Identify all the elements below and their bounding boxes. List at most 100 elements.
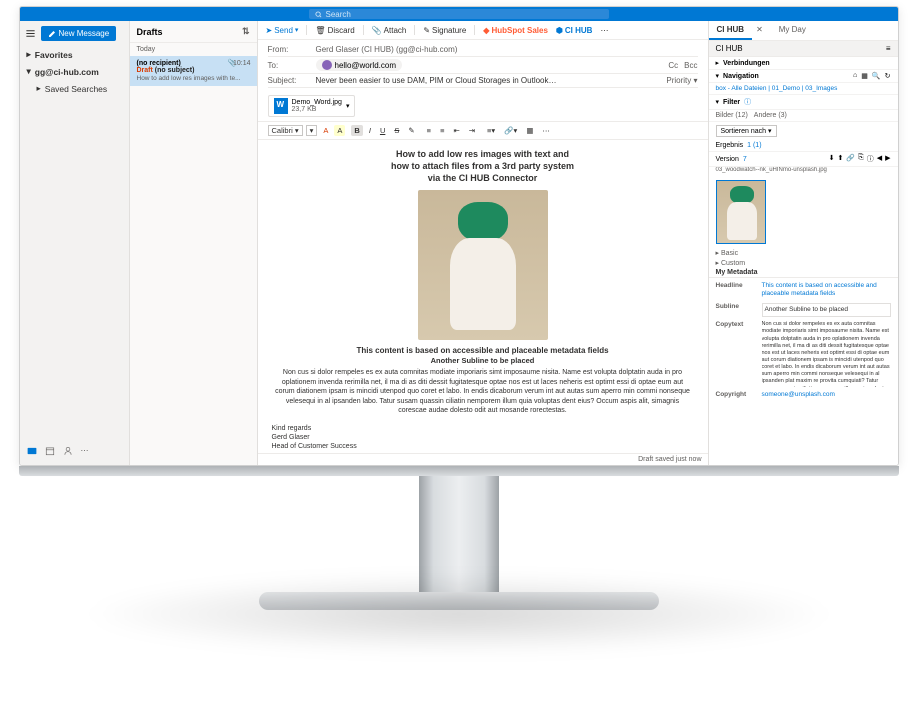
italic-button[interactable]: I: [366, 125, 374, 136]
filter-other[interactable]: Andere (3): [754, 112, 787, 119]
left-nav: New Message ▸Favorites ▾gg@ci-hub.com ▸S…: [20, 21, 130, 465]
attachment-chip[interactable]: Demo_Word.jpg23,7 KB ▾: [268, 95, 356, 117]
send-button[interactable]: ➤Send▾: [266, 26, 299, 35]
draft-tag: Draft: [137, 67, 153, 74]
signature-button[interactable]: ✎Signature: [423, 26, 466, 35]
meta-subline-value[interactable]: Another Subline to be placed: [762, 303, 891, 317]
meta-subline-label: Subline: [716, 303, 758, 317]
filter-icon[interactable]: ⇅: [242, 26, 250, 37]
chevron-down-icon[interactable]: ▾: [346, 102, 350, 110]
nav-account[interactable]: ▾gg@ci-hub.com: [25, 63, 124, 80]
meta-headline-value[interactable]: This content is based on accessible and …: [762, 282, 891, 299]
panel-navigation[interactable]: ▾Navigation ⌂ ▦ 🔍 ↻: [709, 70, 898, 83]
meta-basic[interactable]: ▸ Basic: [709, 248, 898, 258]
more-icon[interactable]: ⋯: [600, 26, 608, 35]
panel-tab-cihub[interactable]: CI HUB: [709, 21, 753, 40]
panel-breadcrumbs[interactable]: box - Alle Dateien | 01_Demo | 03_Images: [709, 83, 898, 95]
bcc-button[interactable]: Bcc: [684, 61, 697, 70]
message-body[interactable]: How to add low res images with text and …: [258, 140, 708, 453]
message-list: Drafts ⇅ Today (no recipient) 📎 Draft (n…: [130, 21, 258, 465]
body-headline-3: via the CI HUB Connector: [272, 172, 694, 184]
indent[interactable]: ⇥: [466, 125, 478, 136]
underline-button[interactable]: U: [377, 125, 388, 136]
filter-images[interactable]: Bilder (12): [716, 112, 748, 119]
mail-icon[interactable]: [27, 446, 37, 456]
font-select[interactable]: Calibri ▾: [268, 125, 303, 136]
clear-format[interactable]: ✎: [405, 125, 417, 136]
search-placeholder: Search: [326, 10, 351, 19]
priority-button[interactable]: Priority ▾: [666, 76, 697, 85]
strike-button[interactable]: S: [391, 125, 402, 136]
panel-menu-icon[interactable]: ≡: [886, 44, 891, 53]
download-icon[interactable]: ⬇: [829, 154, 835, 164]
global-search[interactable]: Search: [309, 9, 609, 19]
link-icon[interactable]: 🔗: [846, 154, 855, 164]
prev-icon[interactable]: ◀: [877, 154, 882, 164]
from-field[interactable]: From: Gerd Glaser (CI HUB) (gg@ci-hub.co…: [268, 43, 698, 57]
panel-connections[interactable]: ▸Verbindungen: [709, 57, 898, 70]
body-caption: This content is based on accessible and …: [272, 346, 694, 355]
next-icon[interactable]: ▶: [885, 154, 890, 164]
meta-copyright-label: Copyright: [716, 391, 758, 399]
align[interactable]: ≡▾: [484, 125, 498, 136]
asset-filename: 03_woodwatch--nk_uHINmo-unsplash.jpg: [709, 167, 898, 176]
attach-button[interactable]: 📎Attach: [372, 26, 407, 35]
draft-preview: How to add low res images with te...: [137, 75, 250, 82]
draft-item[interactable]: (no recipient) 📎 Draft (no subject) 10:1…: [130, 56, 257, 86]
size-select[interactable]: ▾: [306, 125, 318, 136]
grid-icon[interactable]: ▦: [861, 72, 868, 80]
cc-button[interactable]: Cc: [668, 61, 678, 70]
panel-tab-close[interactable]: ✕: [748, 21, 771, 40]
word-file-icon: [274, 98, 288, 114]
panel-filter[interactable]: ▾Filterⓘ: [709, 95, 898, 110]
panel-header: CI HUB ≡: [709, 41, 898, 57]
numbering[interactable]: ≡: [437, 125, 447, 136]
sig-regards: Kind regards: [272, 424, 694, 433]
font-color[interactable]: A: [320, 125, 331, 136]
upload-icon[interactable]: ⬆: [838, 154, 844, 164]
refresh-icon[interactable]: ↻: [885, 72, 891, 80]
meta-headline-label: Headline: [716, 282, 758, 299]
table[interactable]: ▦: [523, 125, 536, 136]
panel-tab-myday[interactable]: My Day: [771, 21, 814, 40]
nav-more-icon[interactable]: ⋯: [81, 446, 89, 456]
nav-saved-searches[interactable]: ▸Saved Searches: [25, 80, 124, 97]
sig-title: Head of Customer Success: [272, 442, 694, 451]
body-headline-2: how to attach files from a 3rd party sys…: [272, 160, 694, 172]
to-field[interactable]: To: hello@world.com CcBcc: [268, 57, 698, 74]
info-icon[interactable]: ⓘ: [867, 154, 874, 164]
compose-toolbar: ➤Send▾ 🗑Discard 📎Attach ✎Signature ◆HubS…: [258, 21, 708, 40]
place-icon[interactable]: ⎘: [858, 154, 864, 164]
search-icon[interactable]: 🔍: [872, 72, 881, 80]
hamburger-icon[interactable]: [25, 28, 36, 39]
discard-button[interactable]: 🗑Discard: [315, 26, 354, 35]
people-icon[interactable]: [63, 446, 73, 456]
asset-thumbnail[interactable]: [716, 180, 766, 244]
inline-image[interactable]: [418, 190, 548, 340]
body-headline-1: How to add low res images with text and: [272, 148, 694, 160]
highlight-color[interactable]: A: [334, 125, 345, 136]
new-message-button[interactable]: New Message: [41, 26, 117, 41]
link[interactable]: 🔗▾: [501, 125, 520, 136]
nav-favorites[interactable]: ▸Favorites: [25, 46, 124, 63]
meta-copytext-label: Copytext: [716, 321, 758, 387]
home-icon[interactable]: ⌂: [853, 72, 857, 80]
meta-copytext-value[interactable]: Non cus si dolor rempeles es ex auta com…: [762, 321, 891, 387]
meta-custom[interactable]: ▸ Custom: [709, 258, 898, 268]
meta-mymetadata[interactable]: My Metadata: [709, 268, 898, 277]
search-icon: [315, 11, 322, 18]
recipient-pill[interactable]: hello@world.com: [316, 59, 402, 71]
bullets[interactable]: ≡: [424, 125, 434, 136]
hubspot-addin[interactable]: ◆HubSpot Sales: [483, 26, 548, 35]
sort-select[interactable]: Sortieren nach ▾: [716, 125, 777, 137]
panel-result: Ergebnis 1 (1): [709, 140, 898, 152]
meta-copyright-value[interactable]: someone@unsplash.com: [762, 391, 891, 399]
draft-status: Draft saved just now: [258, 453, 708, 465]
more-format[interactable]: ⋯: [539, 125, 553, 136]
outdent[interactable]: ⇤: [450, 125, 462, 136]
panel-version-row: Version 7 ⬇ ⬆ 🔗 ⎘ ⓘ ◀ ▶: [709, 152, 898, 167]
subject-field[interactable]: Subject: Never been easier to use DAM, P…: [268, 74, 698, 88]
cihub-addin[interactable]: ⬢CI HUB: [556, 26, 593, 35]
calendar-icon[interactable]: [45, 446, 55, 456]
bold-button[interactable]: B: [351, 125, 362, 136]
